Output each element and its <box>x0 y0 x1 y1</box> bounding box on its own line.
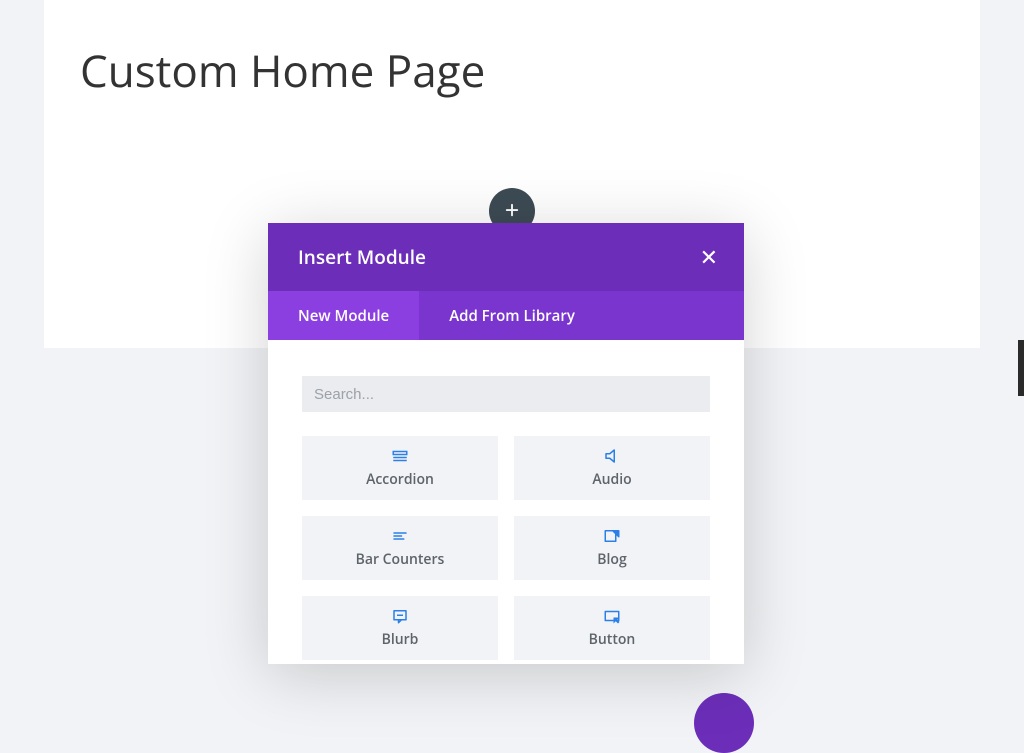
page-title: Custom Home Page <box>44 0 980 140</box>
search-container <box>302 376 710 412</box>
module-grid: Accordion Audio Bar Counters Blog <box>302 436 710 660</box>
module-label: Bar Counters <box>356 550 445 569</box>
bar-counters-icon <box>391 527 409 545</box>
module-tile-blurb[interactable]: Blurb <box>302 596 498 660</box>
modal-tabs: New Module Add From Library <box>268 291 744 340</box>
module-label: Accordion <box>366 470 434 489</box>
plus-icon <box>503 196 521 226</box>
close-button[interactable]: ✕ <box>700 246 718 268</box>
modal-body: Accordion Audio Bar Counters Blog <box>268 340 744 664</box>
module-tile-accordion[interactable]: Accordion <box>302 436 498 500</box>
audio-icon <box>603 447 621 465</box>
module-label: Audio <box>592 470 631 489</box>
search-input[interactable] <box>302 376 710 412</box>
module-label: Button <box>589 630 636 649</box>
module-tile-audio[interactable]: Audio <box>514 436 710 500</box>
button-icon <box>603 607 621 625</box>
modal-header: Insert Module ✕ <box>268 223 744 291</box>
tab-add-from-library[interactable]: Add From Library <box>419 291 744 340</box>
close-icon: ✕ <box>700 242 718 272</box>
builder-fab-button[interactable] <box>694 693 754 753</box>
module-tile-blog[interactable]: Blog <box>514 516 710 580</box>
modal-scrollbar-thumb[interactable] <box>1018 340 1024 396</box>
module-tile-bar-counters[interactable]: Bar Counters <box>302 516 498 580</box>
accordion-icon <box>391 447 409 465</box>
blurb-icon <box>391 607 409 625</box>
tab-new-module[interactable]: New Module <box>268 291 419 340</box>
module-label: Blog <box>597 550 626 569</box>
module-tile-button[interactable]: Button <box>514 596 710 660</box>
insert-module-modal: Insert Module ✕ New Module Add From Libr… <box>268 223 744 664</box>
modal-title: Insert Module <box>298 244 426 270</box>
blog-icon <box>603 527 621 545</box>
module-label: Blurb <box>382 630 419 649</box>
